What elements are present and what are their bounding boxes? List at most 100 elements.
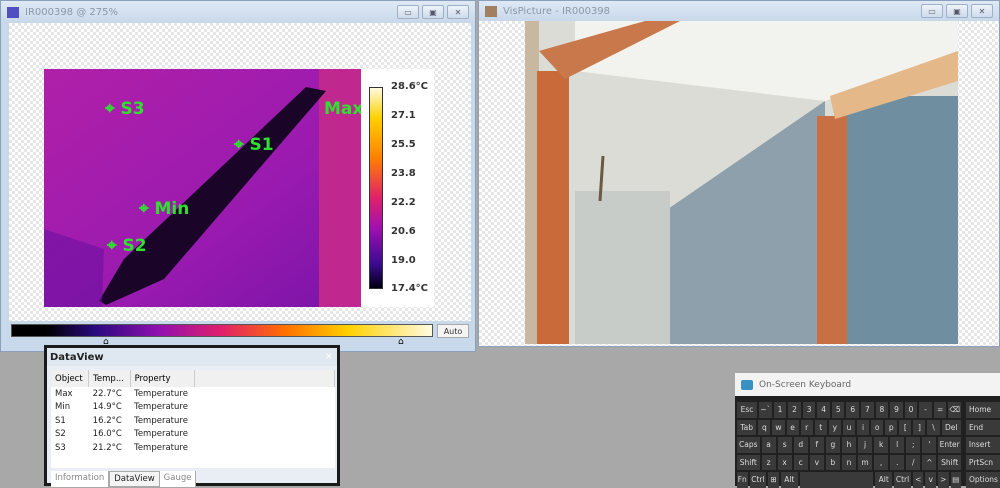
key[interactable]: 9	[890, 402, 903, 418]
key[interactable]: 6	[846, 402, 860, 418]
key[interactable]: ^	[922, 454, 937, 470]
close-icon[interactable]: ×	[325, 351, 333, 362]
key[interactable]: ⌫	[948, 402, 961, 418]
key[interactable]: z	[761, 454, 776, 470]
close-button[interactable]: ✕	[971, 4, 993, 18]
key[interactable]: i	[857, 419, 870, 435]
key[interactable]: 0	[904, 402, 918, 418]
key[interactable]: Esc	[737, 402, 758, 418]
key-side[interactable]: Options	[966, 472, 1000, 488]
key[interactable]: v	[925, 472, 936, 488]
ir-title-bar[interactable]: IR000398 @ 275% ▭ ▣ ✕	[1, 1, 475, 23]
key[interactable]: o	[871, 419, 884, 435]
table-row[interactable]: Max 22.7°C Temperature	[51, 387, 335, 401]
key[interactable]: ;	[906, 437, 921, 453]
key[interactable]: y	[828, 419, 841, 435]
key[interactable]: 4	[817, 402, 830, 418]
auto-button[interactable]: Auto	[437, 324, 469, 338]
marker-max[interactable]: Max	[324, 99, 363, 119]
key[interactable]: h	[841, 437, 856, 453]
key[interactable]: u	[842, 419, 856, 435]
key[interactable]: w	[772, 419, 785, 435]
key[interactable]: Alt	[875, 472, 893, 488]
key[interactable]: m	[858, 454, 873, 470]
key-side[interactable]: Home	[965, 402, 1000, 418]
marker-min[interactable]: ⌖ Min	[139, 199, 189, 219]
marker-s2[interactable]: ⌖ S2	[107, 236, 147, 256]
table-row[interactable]: S2 16.0°C Temperature	[51, 428, 335, 442]
tab-dataview[interactable]: DataView	[109, 471, 160, 487]
key[interactable]: v	[809, 454, 824, 470]
key[interactable]: Enter	[938, 437, 961, 453]
key[interactable]: k	[874, 437, 889, 453]
key[interactable]: >	[937, 472, 949, 488]
key[interactable]: '	[922, 437, 937, 453]
key[interactable]: ⊞	[768, 472, 779, 488]
key[interactable]: r	[800, 419, 813, 435]
key[interactable]: n	[841, 454, 856, 470]
key[interactable]: b	[825, 454, 840, 470]
key[interactable]: -	[919, 402, 932, 418]
key-side[interactable]: Insert	[965, 437, 1000, 453]
key[interactable]: j	[858, 437, 873, 453]
key[interactable]	[799, 472, 874, 488]
key[interactable]: a	[761, 437, 776, 453]
palette-bar[interactable]	[11, 324, 433, 337]
key[interactable]: Alt	[780, 472, 798, 488]
key[interactable]: 8	[875, 402, 889, 418]
table-row[interactable]: Min 14.9°C Temperature	[51, 401, 335, 415]
key[interactable]: Ctrl	[894, 472, 911, 488]
table-row[interactable]: S1 16.2°C Temperature	[51, 414, 335, 428]
key[interactable]: ]	[913, 419, 926, 435]
key[interactable]: =	[933, 402, 947, 418]
key[interactable]: d	[793, 437, 808, 453]
minimize-button[interactable]: ▭	[397, 5, 419, 19]
maximize-button[interactable]: ▣	[422, 5, 444, 19]
key[interactable]: 2	[788, 402, 801, 418]
key[interactable]: c	[793, 454, 808, 470]
key[interactable]: t	[814, 419, 827, 435]
key[interactable]: ▤	[950, 472, 962, 488]
key[interactable]: <	[912, 472, 924, 488]
key[interactable]: 7	[861, 402, 874, 418]
minimize-button[interactable]: ▭	[921, 4, 943, 18]
marker-s3[interactable]: ⌖ S3	[105, 99, 145, 119]
key[interactable]: \	[927, 419, 940, 435]
column-header-property[interactable]: Property	[130, 370, 196, 387]
key[interactable]: 5	[831, 402, 845, 418]
key[interactable]: Shift	[737, 454, 760, 470]
key[interactable]: e	[786, 419, 799, 435]
maximize-button[interactable]: ▣	[946, 4, 968, 18]
key[interactable]: Fn	[737, 472, 748, 488]
key[interactable]: g	[825, 437, 840, 453]
key[interactable]: 1	[773, 402, 787, 418]
key[interactable]: p	[885, 419, 898, 435]
marker-s1[interactable]: ⌖ S1	[234, 135, 274, 155]
key[interactable]: ,	[874, 454, 889, 470]
key[interactable]: Ctrl	[749, 472, 767, 488]
key[interactable]: .	[890, 454, 905, 470]
close-button[interactable]: ✕	[447, 5, 469, 19]
tab-information[interactable]: Information	[51, 471, 110, 487]
key[interactable]: l	[890, 437, 905, 453]
key[interactable]: x	[777, 454, 792, 470]
key[interactable]: [	[899, 419, 912, 435]
key[interactable]: f	[809, 437, 824, 453]
key-side[interactable]: End	[965, 419, 1000, 435]
palette-slider-high[interactable]: ⌂	[398, 337, 404, 347]
key[interactable]: s	[777, 437, 792, 453]
keyboard-title-bar[interactable]: On-Screen Keyboard	[735, 373, 1000, 396]
tab-gauge[interactable]: Gauge	[159, 471, 197, 487]
key[interactable]: Del	[941, 419, 961, 435]
key-side[interactable]: PrtScn	[965, 454, 1000, 470]
key[interactable]: /	[906, 454, 921, 470]
key[interactable]: 3	[802, 402, 816, 418]
key[interactable]: Shift	[938, 454, 961, 470]
vis-title-bar[interactable]: VisPicture - IR000398 ▭ ▣ ✕	[479, 1, 999, 21]
thermal-image[interactable]	[44, 69, 361, 307]
key[interactable]: q	[758, 419, 771, 435]
key[interactable]: Caps	[737, 437, 760, 453]
column-header-temp[interactable]: Temp...	[88, 370, 131, 387]
table-row[interactable]: S3 21.2°C Temperature	[51, 441, 335, 455]
key[interactable]: ~`	[759, 402, 772, 418]
